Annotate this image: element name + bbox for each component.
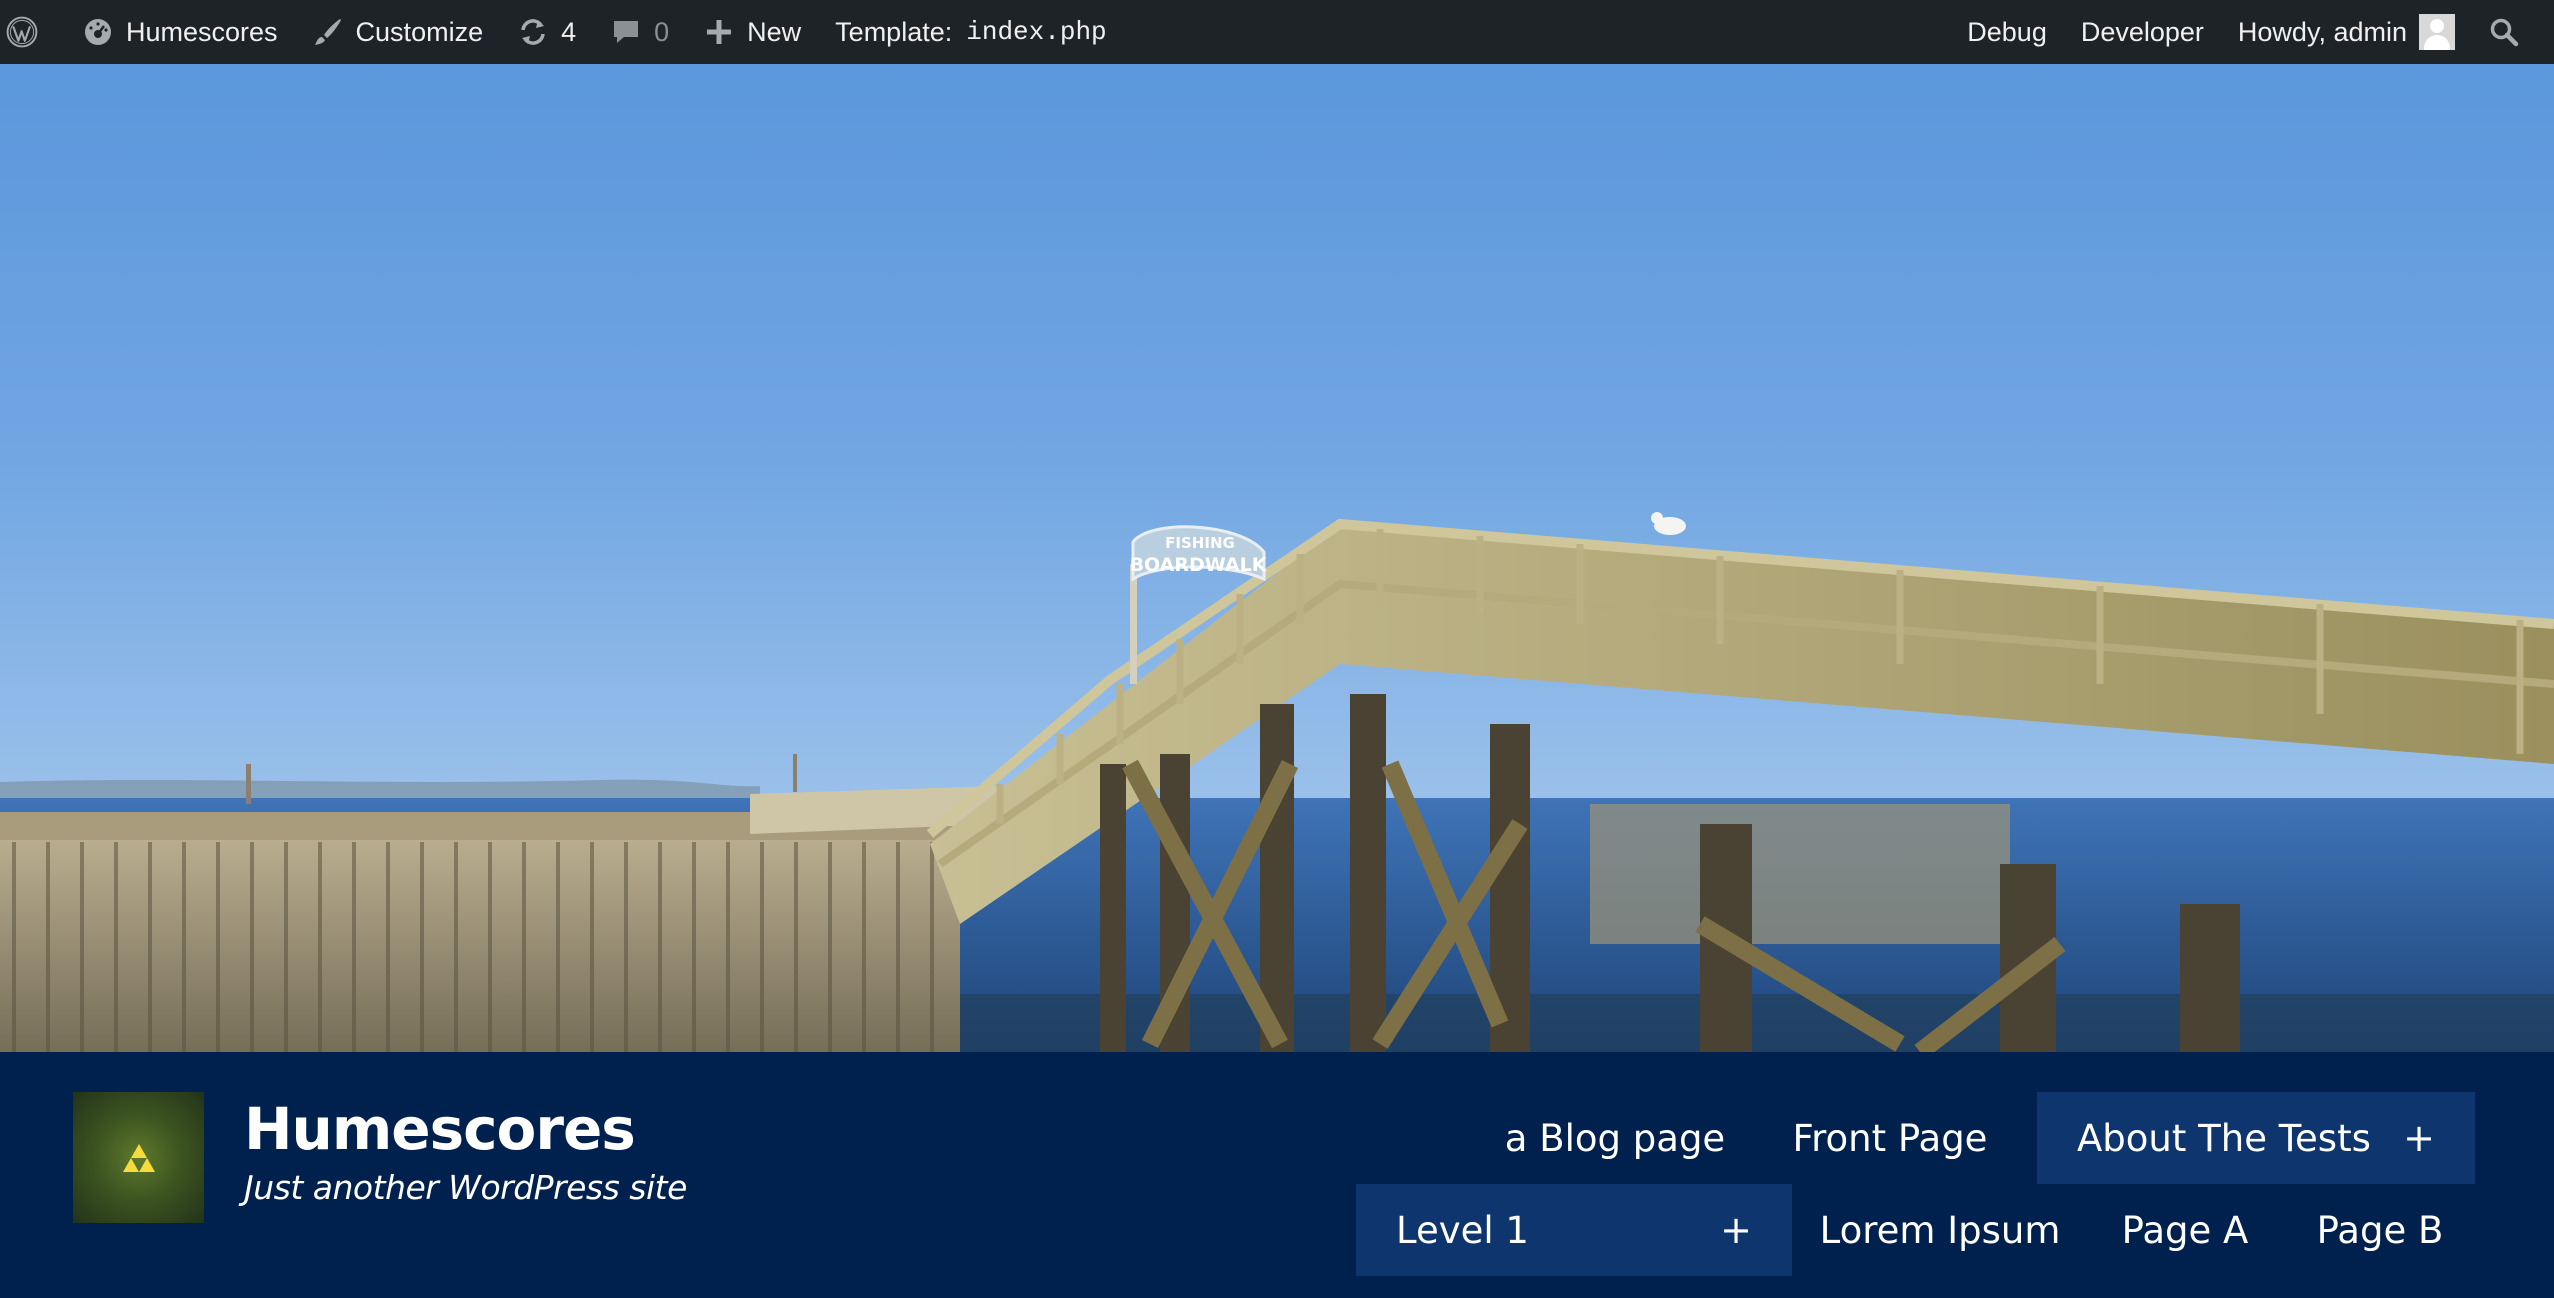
menu-item-page-a[interactable]: Page A [2105, 1184, 2265, 1276]
site-name-label: Humescores [126, 16, 278, 47]
triforce-icon [122, 1143, 155, 1172]
menu-item-label: Lorem Ipsum [1819, 1208, 2061, 1252]
sign-line-1: FISHING [1165, 534, 1235, 552]
howdy-label: Howdy, admin [2237, 16, 2407, 47]
developer-label: Developer [2080, 16, 2204, 47]
comments-count: 0 [654, 16, 670, 47]
boardwalk-photo: FISHING BOARDWALK [0, 512, 2554, 1052]
comments-link[interactable]: 0 [593, 0, 686, 64]
site-name-menu[interactable]: Humescores [65, 0, 295, 64]
submenu-toggle-plus-icon[interactable]: + [1720, 1208, 1752, 1252]
menu-item-label: Page A [2121, 1208, 2249, 1252]
template-prefix: Template: [835, 16, 953, 47]
customize-link[interactable]: Customize [295, 0, 501, 64]
menu-item-label: a Blog page [1504, 1116, 1726, 1160]
dashboard-gauge-icon [82, 16, 114, 48]
menu-item-page-b[interactable]: Page B [2300, 1184, 2460, 1276]
new-label: New [747, 16, 802, 47]
updates-link[interactable]: 4 [500, 0, 593, 64]
debug-menu[interactable]: Debug [1950, 0, 2064, 64]
menu-item-blog-page[interactable]: a Blog page [1505, 1092, 1725, 1184]
site-description: Just another WordPress site [244, 1168, 687, 1207]
admin-bar-search[interactable] [2472, 0, 2554, 64]
developer-menu[interactable]: Developer [2064, 0, 2221, 64]
menu-item-about-the-tests[interactable]: About The Tests + [2037, 1092, 2475, 1184]
customize-label: Customize [355, 16, 484, 47]
menu-item-lorem-ipsum[interactable]: Lorem Ipsum [1815, 1184, 2065, 1276]
debug-label: Debug [1967, 16, 2047, 47]
comment-bubble-icon [610, 16, 642, 48]
template-indicator[interactable]: Template: index.php [818, 0, 1124, 64]
site-logo[interactable] [73, 1092, 204, 1223]
menu-item-front-page[interactable]: Front Page [1790, 1092, 1990, 1184]
sign-line-2: BOARDWALK [1130, 554, 1268, 576]
menu-item-label: About The Tests [2077, 1116, 2371, 1160]
update-refresh-icon [517, 16, 549, 48]
updates-count: 4 [561, 16, 577, 47]
template-file: index.php [966, 17, 1107, 47]
header-image: FISHING BOARDWALK [0, 64, 2554, 1052]
menu-item-label: Page B [2316, 1208, 2444, 1252]
admin-bar: Humescores Customize 4 0 New Template: i… [0, 0, 2554, 64]
paintbrush-icon [312, 16, 344, 48]
my-account-menu[interactable]: Howdy, admin [2221, 0, 2472, 64]
search-icon [2488, 16, 2520, 48]
wordpress-logo-icon [6, 16, 38, 48]
menu-item-level-1[interactable]: Level 1 + [1356, 1184, 1792, 1276]
menu-item-label: Front Page [1792, 1116, 1988, 1160]
avatar [2419, 14, 2455, 50]
wordpress-logo-menu[interactable] [0, 0, 65, 64]
site-header: Humescores Just another WordPress site a… [0, 1052, 2554, 1298]
plus-icon [703, 16, 735, 48]
submenu-toggle-plus-icon[interactable]: + [2403, 1116, 2435, 1160]
site-title[interactable]: Humescores [244, 1095, 636, 1163]
menu-item-label: Level 1 [1396, 1208, 1529, 1252]
admin-bar-secondary: Debug Developer Howdy, admin [1950, 0, 2554, 64]
new-content-menu[interactable]: New [686, 0, 818, 64]
